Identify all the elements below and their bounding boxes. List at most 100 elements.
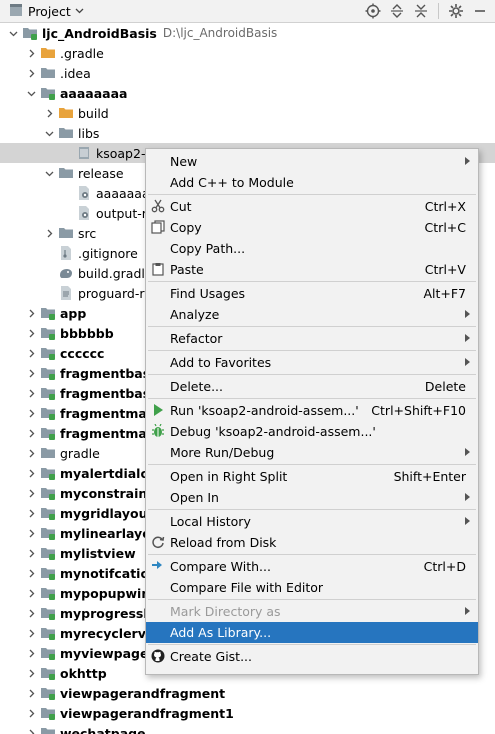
menu-item-copy[interactable]: Copy Ctrl+C xyxy=(146,217,478,238)
tree-row[interactable]: .gradle xyxy=(0,43,495,63)
chevron-right-icon[interactable] xyxy=(42,223,56,243)
menu-item-copy-path[interactable]: Copy Path... xyxy=(146,238,478,259)
chevron-right-icon[interactable] xyxy=(24,503,38,523)
menu-item-local-history[interactable]: Local History xyxy=(146,511,478,532)
menu-item-label: Cut xyxy=(170,199,192,214)
chevron-right-icon[interactable] xyxy=(24,663,38,683)
jar-file-icon xyxy=(76,145,92,161)
github-icon xyxy=(150,648,166,664)
tree-row[interactable]: libs xyxy=(0,123,495,143)
chevron-right-icon[interactable] xyxy=(24,543,38,563)
menu-separator xyxy=(148,509,476,510)
menu-separator xyxy=(148,554,476,555)
menu-item-new[interactable]: New xyxy=(146,151,478,172)
menu-item-label: Compare With... xyxy=(170,559,271,574)
config-file-icon xyxy=(76,205,92,221)
chevron-down-icon[interactable] xyxy=(42,123,56,143)
menu-item-more-run-debug[interactable]: More Run/Debug xyxy=(146,442,478,463)
tree-item-label: fragmentbase xyxy=(60,385,159,401)
chevron-right-icon[interactable] xyxy=(24,483,38,503)
config-file-icon xyxy=(76,185,92,201)
chevron-right-icon[interactable] xyxy=(24,583,38,603)
gear-icon[interactable] xyxy=(447,2,465,20)
tree-row[interactable]: aaaaaaaa xyxy=(0,83,495,103)
hide-panel-icon[interactable] xyxy=(471,2,489,20)
menu-item-add-to-favorites[interactable]: Add to Favorites xyxy=(146,352,478,373)
chevron-right-icon[interactable] xyxy=(24,603,38,623)
chevron-right-icon[interactable] xyxy=(24,363,38,383)
module-folder-icon xyxy=(40,565,56,581)
chevron-right-icon[interactable] xyxy=(24,303,38,323)
tree-row[interactable]: viewpagerandfragment xyxy=(0,683,495,703)
chevron-right-icon[interactable] xyxy=(24,683,38,703)
chevron-right-icon[interactable] xyxy=(24,343,38,363)
project-view-selector[interactable]: Project xyxy=(8,0,84,22)
context-menu: New Add C++ to Module Cut Ctrl+X Copy Ctrl+C C… xyxy=(145,148,479,675)
chevron-right-icon[interactable] xyxy=(24,623,38,643)
menu-item-label: More Run/Debug xyxy=(170,445,275,460)
module-folder-icon xyxy=(40,345,56,361)
chevron-down-icon[interactable] xyxy=(42,163,56,183)
tree-item-label: .gradle xyxy=(60,45,104,61)
submenu-arrow-icon xyxy=(465,607,470,615)
collapse-all-icon[interactable] xyxy=(412,2,430,20)
chevron-down-icon[interactable] xyxy=(24,83,38,103)
menu-item-label: Paste xyxy=(170,262,204,277)
menu-item-shortcut: Ctrl+X xyxy=(424,199,466,214)
chevron-right-icon[interactable] xyxy=(24,723,38,734)
locate-icon[interactable] xyxy=(364,2,382,20)
menu-item-delete[interactable]: Delete... Delete xyxy=(146,376,478,397)
menu-item-cut[interactable]: Cut Ctrl+X xyxy=(146,196,478,217)
tree-row[interactable]: viewpagerandfragment1 xyxy=(0,703,495,723)
menu-item-open-in[interactable]: Open In xyxy=(146,487,478,508)
chevron-down-icon[interactable] xyxy=(6,23,20,43)
chevron-right-icon[interactable] xyxy=(24,323,38,343)
chevron-right-icon[interactable] xyxy=(24,643,38,663)
chevron-right-icon[interactable] xyxy=(24,403,38,423)
menu-item-label: Delete... xyxy=(170,379,223,394)
menu-item-compare-file-with-editor[interactable]: Compare File with Editor xyxy=(146,577,478,598)
menu-item-add-as-library[interactable]: Add As Library... xyxy=(146,622,478,643)
module-folder-icon xyxy=(40,705,56,721)
menu-item-open-in-right-split[interactable]: Open in Right Split Shift+Enter xyxy=(146,466,478,487)
menu-separator xyxy=(148,599,476,600)
chevron-right-icon[interactable] xyxy=(24,703,38,723)
menu-item-shortcut: Ctrl+C xyxy=(424,220,466,235)
menu-item-label: Find Usages xyxy=(170,286,246,301)
menu-item-run-ksoap2-android-assem[interactable]: Run 'ksoap2-android-assem...' Ctrl+Shift+… xyxy=(146,400,478,421)
menu-item-compare-with[interactable]: Compare With... Ctrl+D xyxy=(146,556,478,577)
chevron-right-icon[interactable] xyxy=(24,463,38,483)
tree-row[interactable]: .idea xyxy=(0,63,495,83)
chevron-right-icon[interactable] xyxy=(42,103,56,123)
menu-item-add-c-to-module[interactable]: Add C++ to Module xyxy=(146,172,478,193)
chevron-right-icon[interactable] xyxy=(24,43,38,63)
chevron-right-icon[interactable] xyxy=(24,63,38,83)
chevron-right-icon[interactable] xyxy=(24,423,38,443)
module-folder-icon xyxy=(40,725,56,734)
menu-item-reload-from-disk[interactable]: Reload from Disk xyxy=(146,532,478,553)
tree-item-label: app xyxy=(60,305,87,321)
chevron-right-icon[interactable] xyxy=(24,443,38,463)
tree-row[interactable]: build xyxy=(0,103,495,123)
submenu-arrow-icon xyxy=(465,310,470,318)
submenu-arrow-icon xyxy=(465,448,470,456)
tree-item-label: mynotifcation xyxy=(60,565,158,581)
menu-item-debug-ksoap2-android-assem[interactable]: Debug 'ksoap2-android-assem...' xyxy=(146,421,478,442)
module-folder-icon xyxy=(40,465,56,481)
menu-item-analyze[interactable]: Analyze xyxy=(146,304,478,325)
menu-item-paste[interactable]: Paste Ctrl+V xyxy=(146,259,478,280)
menu-item-label: Copy xyxy=(170,220,202,235)
menu-item-refactor[interactable]: Refactor xyxy=(146,328,478,349)
menu-item-create-gist[interactable]: Create Gist... xyxy=(146,646,478,667)
menu-separator xyxy=(148,398,476,399)
menu-item-find-usages[interactable]: Find Usages Alt+F7 xyxy=(146,283,478,304)
menu-item-shortcut: Ctrl+D xyxy=(423,559,466,574)
tree-item-label: .gitignore xyxy=(78,245,138,261)
module-folder-icon xyxy=(40,425,56,441)
tree-row[interactable]: wechatpage xyxy=(0,723,495,734)
chevron-right-icon[interactable] xyxy=(24,383,38,403)
chevron-right-icon[interactable] xyxy=(24,523,38,543)
tree-row[interactable]: ljc_AndroidBasis D:\ljc_AndroidBasis xyxy=(0,23,495,43)
chevron-right-icon[interactable] xyxy=(24,563,38,583)
expand-all-icon[interactable] xyxy=(388,2,406,20)
